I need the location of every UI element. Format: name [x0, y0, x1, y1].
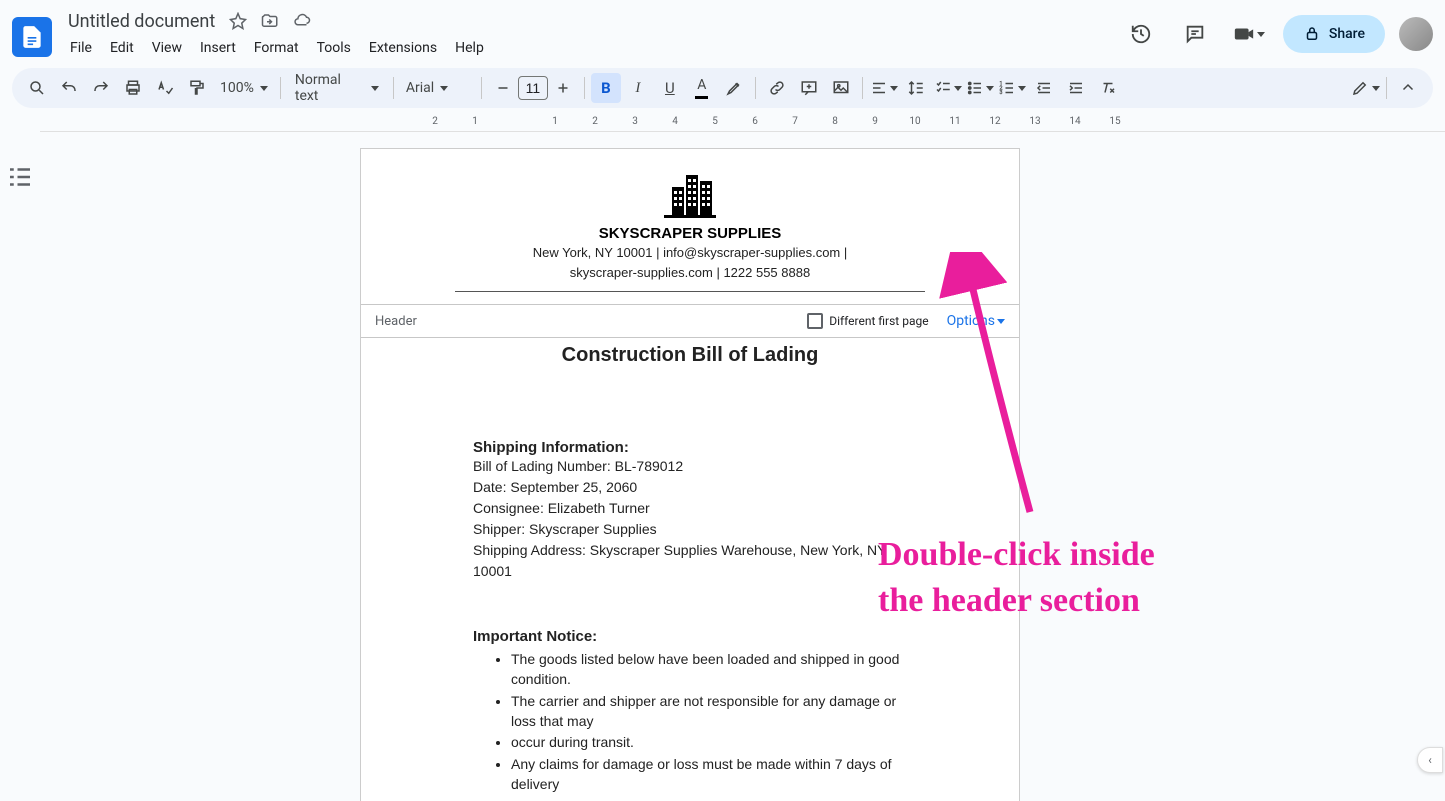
body-line: Bill of Lading Number: BL-789012 — [473, 456, 907, 477]
font-dropdown[interactable]: Arial — [400, 80, 475, 96]
different-first-page-checkbox[interactable]: Different first page — [807, 313, 928, 329]
docs-logo[interactable] — [12, 17, 52, 57]
header-label: Header — [375, 314, 417, 329]
menu-view[interactable]: View — [144, 36, 190, 60]
paint-format-icon[interactable] — [182, 73, 212, 103]
svg-text:3: 3 — [999, 90, 1002, 96]
bold-button[interactable]: B — [591, 73, 621, 103]
company-line1: New York, NY 10001 | info@skyscraper-sup… — [379, 244, 1001, 262]
add-comment-icon[interactable] — [794, 73, 824, 103]
collapse-toolbar-icon[interactable] — [1393, 73, 1423, 103]
numbered-list-icon[interactable]: 123 — [997, 73, 1027, 103]
body-line: Date: September 25, 2060 — [473, 477, 907, 498]
menu-tools[interactable]: Tools — [309, 36, 359, 60]
account-avatar[interactable] — [1399, 17, 1433, 51]
menu-extensions[interactable]: Extensions — [361, 36, 445, 60]
bulleted-list-icon[interactable] — [965, 73, 995, 103]
search-icon[interactable] — [22, 73, 52, 103]
history-icon[interactable] — [1121, 14, 1161, 54]
star-icon[interactable] — [229, 12, 247, 30]
menu-insert[interactable]: Insert — [192, 36, 244, 60]
clear-format-icon[interactable] — [1093, 73, 1123, 103]
link-icon[interactable] — [762, 73, 792, 103]
outline-toggle-icon[interactable] — [5, 162, 35, 192]
highlight-button[interactable] — [719, 73, 749, 103]
list-item: The carrier and shipper are not responsi… — [511, 691, 907, 732]
menu-bar: File Edit View Insert Format Tools Exten… — [62, 36, 1121, 60]
cloud-icon[interactable] — [293, 12, 311, 30]
document-page[interactable]: SKYSCRAPER SUPPLIES New York, NY 10001 |… — [360, 148, 1020, 801]
side-panel-expand-icon[interactable]: ‹ — [1417, 747, 1443, 773]
body-line: Shipper: Skyscraper Supplies — [473, 519, 907, 540]
header-options-band: Header Different first page Options — [361, 305, 1019, 338]
zoom-dropdown[interactable]: 100% — [214, 80, 274, 96]
indent-decrease-icon[interactable] — [1029, 73, 1059, 103]
header-options-dropdown[interactable]: Options — [947, 313, 1005, 329]
editing-mode-button[interactable] — [1350, 73, 1380, 103]
spellcheck-icon[interactable] — [150, 73, 180, 103]
meet-button[interactable] — [1229, 14, 1269, 54]
menu-help[interactable]: Help — [447, 36, 492, 60]
building-logo-icon — [379, 169, 1001, 219]
body-line: Consignee: Elizabeth Turner — [473, 498, 907, 519]
font-increase-icon[interactable] — [548, 73, 578, 103]
align-button[interactable] — [869, 73, 899, 103]
menu-file[interactable]: File — [62, 36, 100, 60]
menu-edit[interactable]: Edit — [102, 36, 142, 60]
list-item: Any claims for damage or loss must be ma… — [511, 754, 907, 795]
print-icon[interactable] — [118, 73, 148, 103]
checklist-icon[interactable] — [933, 73, 963, 103]
indent-increase-icon[interactable] — [1061, 73, 1091, 103]
body-line: Shipping Address: Skyscraper Supplies Wa… — [473, 540, 907, 582]
header-divider — [455, 291, 925, 292]
paragraph-style-dropdown[interactable]: Normal text — [287, 72, 387, 104]
line-spacing-icon[interactable] — [901, 73, 931, 103]
underline-button[interactable]: U — [655, 73, 685, 103]
document-title[interactable]: Untitled document — [62, 9, 221, 34]
italic-button[interactable]: I — [623, 73, 653, 103]
list-item: occur during transit. — [511, 732, 907, 752]
redo-icon[interactable] — [86, 73, 116, 103]
document-body[interactable]: Construction Bill of Lading Shipping Inf… — [361, 344, 1019, 801]
shipping-head: Shipping Information: — [473, 439, 907, 456]
notice-head: Important Notice: — [473, 628, 907, 645]
page-header-area[interactable]: SKYSCRAPER SUPPLIES New York, NY 10001 |… — [361, 149, 1019, 305]
title-bar: Untitled document File Edit View Insert … — [0, 0, 1445, 60]
share-button[interactable]: Share — [1283, 15, 1385, 53]
font-decrease-icon[interactable] — [488, 73, 518, 103]
insert-image-icon[interactable] — [826, 73, 856, 103]
comments-icon[interactable] — [1175, 14, 1215, 54]
share-label: Share — [1329, 26, 1365, 42]
move-icon[interactable] — [261, 12, 279, 30]
text-color-button[interactable]: A — [687, 73, 717, 103]
company-line2: skyscraper-supplies.com | 1222 555 8888 — [379, 264, 1001, 282]
toolbar: 100% Normal text Arial B I U A 123 — [12, 68, 1433, 108]
undo-icon[interactable] — [54, 73, 84, 103]
menu-format[interactable]: Format — [246, 36, 307, 60]
company-name: SKYSCRAPER SUPPLIES — [379, 225, 1001, 242]
font-size-input[interactable] — [518, 76, 548, 100]
doc-heading: Construction Bill of Lading — [379, 344, 1001, 367]
horizontal-ruler[interactable]: 21123456789101112131415 — [40, 116, 1445, 132]
list-item: The goods listed below have been loaded … — [511, 649, 907, 690]
